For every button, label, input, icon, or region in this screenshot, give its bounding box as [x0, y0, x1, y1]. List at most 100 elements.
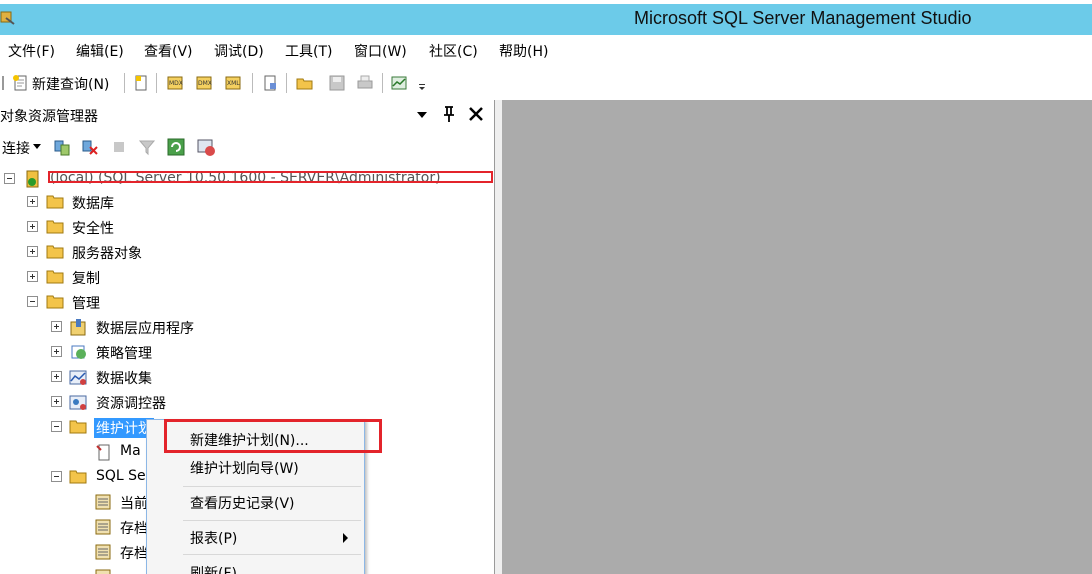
- connect-object-explorer-icon[interactable]: [52, 138, 72, 158]
- menu-bar: 文件(F) 编辑(E) 查看(V) 调试(D) 工具(T) 窗口(W) 社区(C…: [0, 35, 1092, 65]
- mdx-query-icon[interactable]: MDX: [166, 74, 184, 92]
- expand-toggle-icon[interactable]: [51, 346, 62, 357]
- tree-node-log-archive[interactable]: 存档: [0, 516, 160, 538]
- expand-toggle-icon[interactable]: [51, 321, 62, 332]
- collapse-toggle-icon[interactable]: [4, 173, 15, 184]
- refresh-icon[interactable]: [166, 137, 186, 157]
- new-project-icon[interactable]: [261, 74, 279, 92]
- menu-item-view-history[interactable]: 查看历史记录(V): [147, 487, 364, 517]
- collapse-toggle-icon[interactable]: [51, 421, 62, 432]
- menu-item-reports[interactable]: 报表(P): [147, 522, 364, 552]
- main-toolbar: 新建查询(N) MDX DMX XML: [0, 65, 1092, 100]
- save-icon[interactable]: [328, 74, 346, 92]
- svg-text:XML: XML: [227, 80, 240, 87]
- document-workspace: [502, 100, 1092, 574]
- folder-icon: [46, 220, 64, 234]
- panel-splitter[interactable]: [495, 100, 502, 574]
- tree-node-log-archive[interactable]: 存档: [0, 541, 160, 563]
- connect-button[interactable]: 连接: [2, 138, 30, 158]
- menu-window[interactable]: 窗口(W): [354, 41, 407, 61]
- log-file-icon: [95, 569, 111, 574]
- tree-node-resource-governor[interactable]: 资源调控器: [0, 391, 300, 413]
- pin-icon[interactable]: [442, 105, 456, 123]
- xmla-query-icon[interactable]: XML: [224, 74, 242, 92]
- expand-toggle-icon[interactable]: [51, 396, 62, 407]
- stop-icon[interactable]: [112, 140, 126, 154]
- expand-toggle-icon[interactable]: [27, 196, 38, 207]
- open-folder-icon[interactable]: [296, 74, 314, 92]
- tree-node-replication[interactable]: 复制: [0, 266, 300, 288]
- tree-node-label: 数据库: [72, 196, 114, 212]
- log-file-icon: [95, 544, 111, 560]
- tree-node-management[interactable]: 管理: [0, 291, 300, 313]
- menu-view[interactable]: 查看(V): [144, 41, 193, 61]
- toolbar-overflow-icon[interactable]: [416, 74, 428, 92]
- menu-item-label: 查看历史记录(V): [190, 496, 295, 512]
- tree-node-data-collection[interactable]: 数据收集: [0, 366, 300, 388]
- tree-node-label: 数据层应用程序: [96, 321, 194, 337]
- maintenance-plan-icon: [96, 444, 110, 461]
- tree-node-security[interactable]: 安全性: [0, 216, 300, 238]
- svg-text:DMX: DMX: [198, 80, 212, 87]
- folder-icon: [69, 470, 87, 484]
- title-bar: Microsoft SQL Server Management Studio: [0, 0, 1092, 35]
- tree-node-label: 资源调控器: [96, 396, 166, 412]
- dmx-query-icon[interactable]: DMX: [195, 74, 213, 92]
- tree-node-log-current[interactable]: 当前: [0, 491, 160, 513]
- expand-toggle-icon[interactable]: [27, 221, 38, 232]
- tree-node-label: SQL Se: [96, 468, 146, 484]
- menu-debug[interactable]: 调试(D): [214, 41, 264, 61]
- menu-help[interactable]: 帮助(H): [499, 41, 548, 61]
- menu-file[interactable]: 文件(F): [8, 41, 55, 61]
- folder-icon: [46, 270, 64, 284]
- connect-dropdown-icon[interactable]: [33, 144, 41, 150]
- log-file-icon: [95, 519, 111, 535]
- window-title: Microsoft SQL Server Management Studio: [634, 8, 972, 28]
- menu-item-refresh[interactable]: 刷新(F): [147, 557, 364, 574]
- tree-node-label: 策略管理: [96, 346, 152, 362]
- tree-node-server-objects[interactable]: 服务器对象: [0, 241, 300, 263]
- filter-icon[interactable]: [138, 138, 156, 156]
- tree-node-sql-server-logs[interactable]: SQL Se: [0, 466, 160, 488]
- expand-toggle-icon[interactable]: [27, 246, 38, 257]
- collapse-toggle-icon[interactable]: [27, 296, 38, 307]
- menu-item-label: 刷新(F): [190, 566, 237, 574]
- menu-tools[interactable]: 工具(T): [285, 41, 332, 61]
- new-query-icon[interactable]: [12, 74, 30, 92]
- tree-node-label: 当前: [120, 496, 148, 512]
- activity-monitor-icon[interactable]: [390, 74, 408, 92]
- menu-item-maintenance-plan-wizard[interactable]: 维护计划向导(W): [147, 452, 364, 482]
- folder-icon: [46, 295, 64, 309]
- tree-node-log-partial[interactable]: [0, 566, 160, 574]
- expand-toggle-icon[interactable]: [51, 371, 62, 382]
- tree-node-maintenance-plan-item[interactable]: Ma: [0, 441, 160, 463]
- toolbar-separator: [382, 73, 383, 93]
- new-file-icon[interactable]: [132, 74, 150, 92]
- new-query-button[interactable]: 新建查询(N): [32, 74, 109, 94]
- expand-toggle-icon[interactable]: [27, 271, 38, 282]
- tree-node-label: 存档: [120, 546, 148, 562]
- close-icon[interactable]: [468, 106, 484, 122]
- toolbar-grip-icon: [2, 76, 4, 90]
- dropdown-arrow-icon[interactable]: [416, 110, 428, 120]
- collapse-toggle-icon[interactable]: [51, 471, 62, 482]
- disconnect-icon[interactable]: [80, 138, 100, 158]
- menu-edit[interactable]: 编辑(E): [76, 41, 124, 61]
- policy-icon: [71, 345, 86, 359]
- tree-node-policy-management[interactable]: 策略管理: [0, 341, 300, 363]
- toolbar-separator: [286, 73, 287, 93]
- tree-node-databases[interactable]: 数据库: [0, 191, 300, 213]
- print-icon[interactable]: [356, 74, 374, 92]
- object-explorer-title: 对象资源管理器: [0, 109, 98, 125]
- tree-node-data-tier-apps[interactable]: 数据层应用程序: [0, 316, 300, 338]
- log-file-icon: [95, 494, 111, 510]
- tree-node-label: 安全性: [72, 221, 114, 237]
- ssms-app-icon[interactable]: [0, 9, 16, 27]
- resource-governor-icon: [69, 395, 87, 410]
- tree-node-label: 服务器对象: [72, 246, 142, 262]
- activity-monitor-icon[interactable]: [196, 136, 218, 158]
- menu-separator: [183, 554, 361, 555]
- menu-community[interactable]: 社区(C): [429, 41, 478, 61]
- submenu-arrow-icon: [343, 533, 348, 543]
- menu-separator: [183, 520, 361, 521]
